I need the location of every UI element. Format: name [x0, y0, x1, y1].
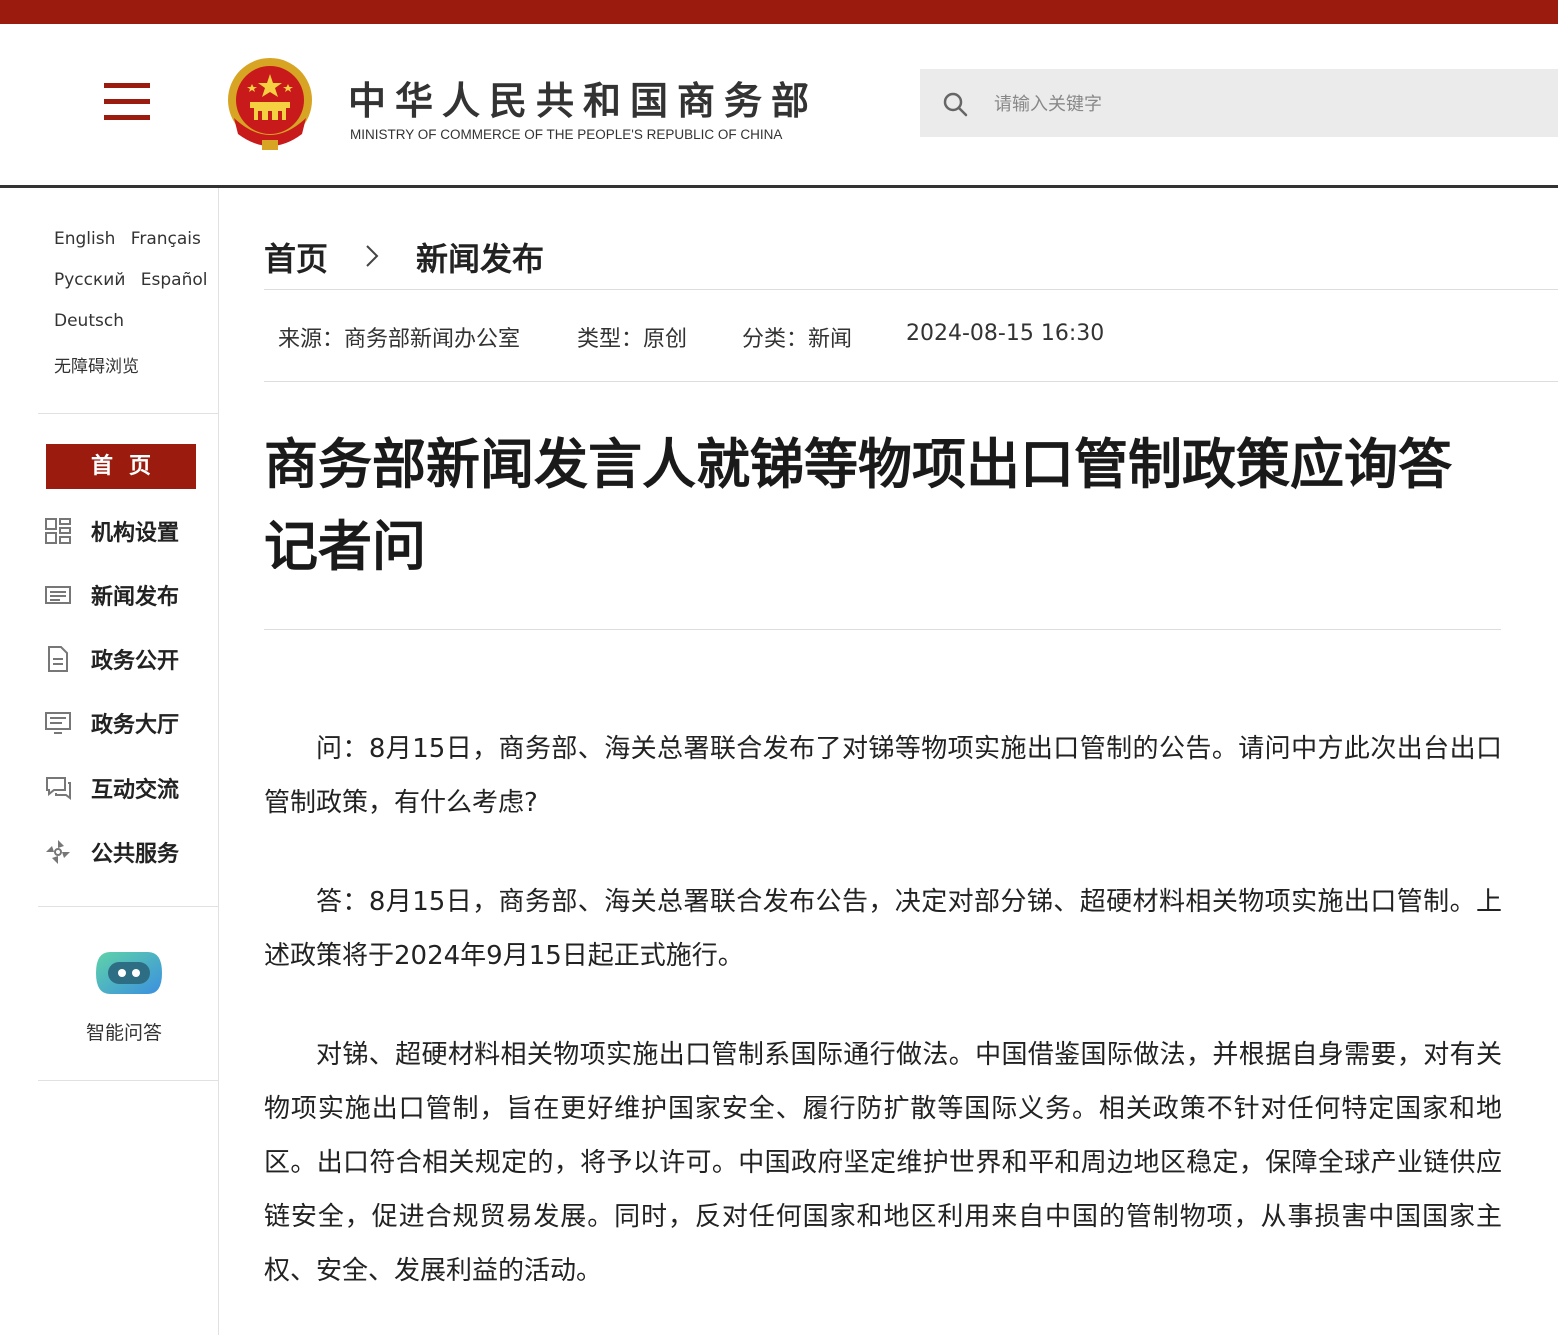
language-row: 无障碍浏览 — [54, 352, 149, 377]
left-sidebar: English Français Русский Español Deutsch… — [0, 188, 219, 1335]
meta-datetime: 2024-08-15 16:30 — [906, 321, 1105, 346]
nav-label: 互动交流 — [91, 778, 180, 803]
language-row: Deutsch — [54, 311, 134, 331]
sidebar-divider — [38, 1080, 218, 1081]
meta-category: 分类：新闻 — [742, 327, 853, 352]
chat-icon — [46, 777, 71, 800]
nav-item-organization[interactable]: 机构设置 — [44, 510, 214, 550]
language-row: Русский Español — [54, 270, 218, 290]
lang-german-link[interactable]: Deutsch — [54, 311, 124, 331]
breadcrumb-home-link[interactable]: 首页 — [264, 234, 328, 280]
search-input[interactable] — [992, 83, 1536, 125]
accessibility-link[interactable]: 无障碍浏览 — [54, 357, 139, 377]
nav-label: 公共服务 — [91, 842, 180, 867]
menu-bar — [104, 83, 150, 88]
article-paragraph: 问：8月15日，商务部、海关总署联合发布了对锑等物项实施出口管制的公告。请问中方… — [264, 734, 1502, 818]
document-icon — [48, 646, 68, 672]
sidebar-divider — [38, 413, 218, 414]
lang-english-link[interactable]: English — [54, 229, 115, 249]
robot-icon[interactable] — [94, 948, 164, 998]
article-paragraph: 对锑、超硬材料相关物项实施出口管制系国际通行做法。中国借鉴国际做法，并根据自身需… — [264, 1040, 1502, 1286]
service-icon — [46, 840, 70, 864]
lang-russian-link[interactable]: Русский — [54, 270, 125, 290]
news-list-icon — [45, 586, 71, 604]
nav-item-interaction[interactable]: 互动交流 — [44, 767, 214, 807]
meta-source: 来源：商务部新闻办公室 — [278, 327, 521, 352]
chevron-right-icon — [366, 245, 379, 267]
nav-label: 政务公开 — [91, 649, 180, 674]
nav-item-gov-affairs[interactable]: 政务公开 — [44, 638, 214, 678]
top-red-bar — [0, 0, 1558, 24]
meta-type: 类型：原创 — [577, 327, 688, 352]
site-name-cn[interactable]: 中华人民共和国商务部 — [348, 70, 818, 125]
search-box — [920, 69, 1558, 137]
search-icon[interactable] — [942, 91, 968, 117]
menu-bar — [104, 115, 150, 120]
lang-spanish-link[interactable]: Español — [141, 270, 208, 290]
monitor-icon — [45, 712, 71, 734]
nav-label: 新闻发布 — [91, 585, 180, 610]
hamburger-menu-icon[interactable] — [104, 83, 150, 121]
meta-divider — [264, 381, 1558, 382]
menu-bar — [104, 99, 150, 104]
sidebar-divider — [38, 906, 218, 907]
site-name-en[interactable]: MINISTRY OF COMMERCE OF THE PEOPLE'S REP… — [350, 127, 782, 142]
nav-item-news[interactable]: 新闻发布 — [44, 574, 214, 614]
nav-home-button[interactable]: 首页 — [46, 444, 196, 489]
nav-item-service-hall[interactable]: 政务大厅 — [44, 702, 214, 742]
lang-french-link[interactable]: Français — [131, 229, 201, 249]
nav-item-public-service[interactable]: 公共服务 — [44, 831, 214, 871]
article-paragraph: 答：8月15日，商务部、海关总署联合发布公告，决定对部分锑、超硬材料相关物项实施… — [264, 887, 1502, 971]
nav-label: 机构设置 — [91, 521, 180, 546]
article-title: 商务部新闻发言人就锑等物项出口管制政策应询答记者问 — [264, 433, 1452, 578]
nav-label: 政务大厅 — [91, 713, 180, 738]
breadcrumb-current-link[interactable]: 新闻发布 — [416, 234, 544, 280]
smart-qa-label[interactable]: 智能问答 — [86, 1018, 162, 1045]
national-emblem-icon[interactable] — [224, 56, 316, 152]
language-row: English Français — [54, 229, 211, 249]
title-divider — [264, 629, 1501, 630]
header-divider — [0, 185, 1558, 188]
org-grid-icon — [45, 518, 71, 544]
breadcrumb-divider — [264, 289, 1558, 290]
